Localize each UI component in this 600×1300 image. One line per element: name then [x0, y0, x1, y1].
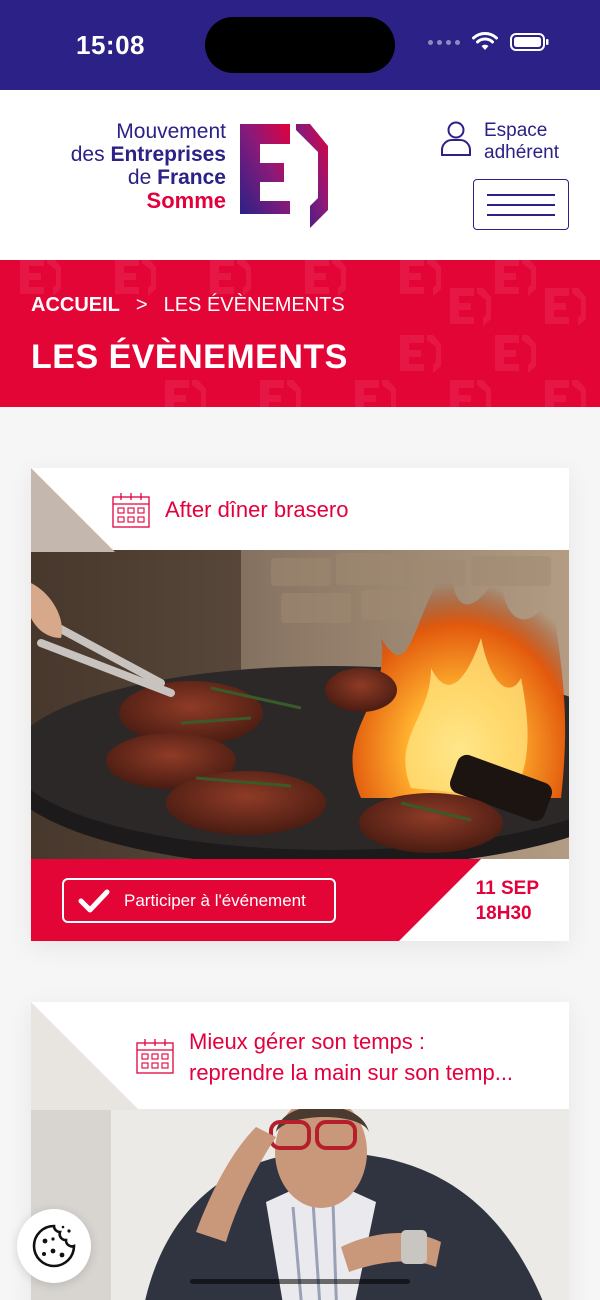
logo-line-1: Mouvement [116, 120, 226, 143]
dynamic-island [205, 17, 395, 73]
menu-button[interactable] [473, 179, 569, 230]
breadcrumb-current: LES ÉVÈNEMENTS [163, 294, 345, 316]
event-title[interactable]: Mieux gérer son temps : reprendre la mai… [189, 1026, 513, 1088]
card-corner-decoration [31, 468, 115, 552]
event-card[interactable]: Mieux gérer son temps : reprendre la mai… [31, 1002, 569, 1300]
participate-button-label: Participer à l'événement [124, 890, 306, 910]
home-indicator [190, 1279, 410, 1284]
member-area-label: Espace adhérent [484, 120, 560, 163]
battery-icon [510, 33, 549, 51]
logo-line-3: de France [127, 166, 226, 189]
event-card[interactable]: After dîner brasero Participer à l'événe… [31, 468, 569, 941]
cellular-icon [428, 39, 460, 45]
site-header: Mouvement des Entreprises de France Somm… [0, 90, 600, 260]
check-icon [78, 889, 110, 912]
status-time: 15:08 [76, 30, 145, 60]
logo[interactable]: Mouvement des Entreprises de France Somm… [30, 120, 226, 212]
breadcrumb: ACCUEIL > LES ÉVÈNEMENTS [31, 294, 345, 317]
card-corner-decoration [31, 1002, 139, 1110]
calendar-icon [112, 493, 150, 528]
logo-e-mark-icon[interactable] [238, 122, 330, 230]
status-icons [428, 32, 550, 52]
hamburger-icon [487, 194, 555, 196]
logo-line-4: Somme [146, 188, 226, 213]
page-title: LES ÉVÈNEMENTS [31, 338, 348, 376]
calendar-icon [136, 1039, 174, 1074]
cookie-settings-button[interactable] [17, 1209, 91, 1283]
member-area-link[interactable]: Espace adhérent [440, 120, 559, 164]
event-card-footer: Participer à l'événement 11 SEP 18H30 [31, 859, 569, 941]
user-icon [441, 121, 471, 156]
event-title[interactable]: After dîner brasero [165, 494, 348, 525]
status-bar: 15:08 [0, 0, 600, 90]
event-date: 11 SEP 18H30 [476, 876, 539, 926]
page-hero-banner: ACCUEIL > LES ÉVÈNEMENTS LES ÉVÈNEMENTS [0, 260, 600, 407]
wifi-icon [472, 32, 498, 50]
hero-pattern [20, 260, 586, 407]
logo-line-2: des Entreprises [70, 143, 226, 166]
event-date-day: 11 SEP [475, 878, 539, 899]
event-date-time: 18H30 [475, 903, 532, 924]
breadcrumb-separator: > [135, 294, 148, 316]
breadcrumb-home-link[interactable]: ACCUEIL [31, 294, 120, 317]
cookie-icon [32, 1224, 76, 1268]
participate-button[interactable]: Participer à l'événement [62, 878, 336, 923]
